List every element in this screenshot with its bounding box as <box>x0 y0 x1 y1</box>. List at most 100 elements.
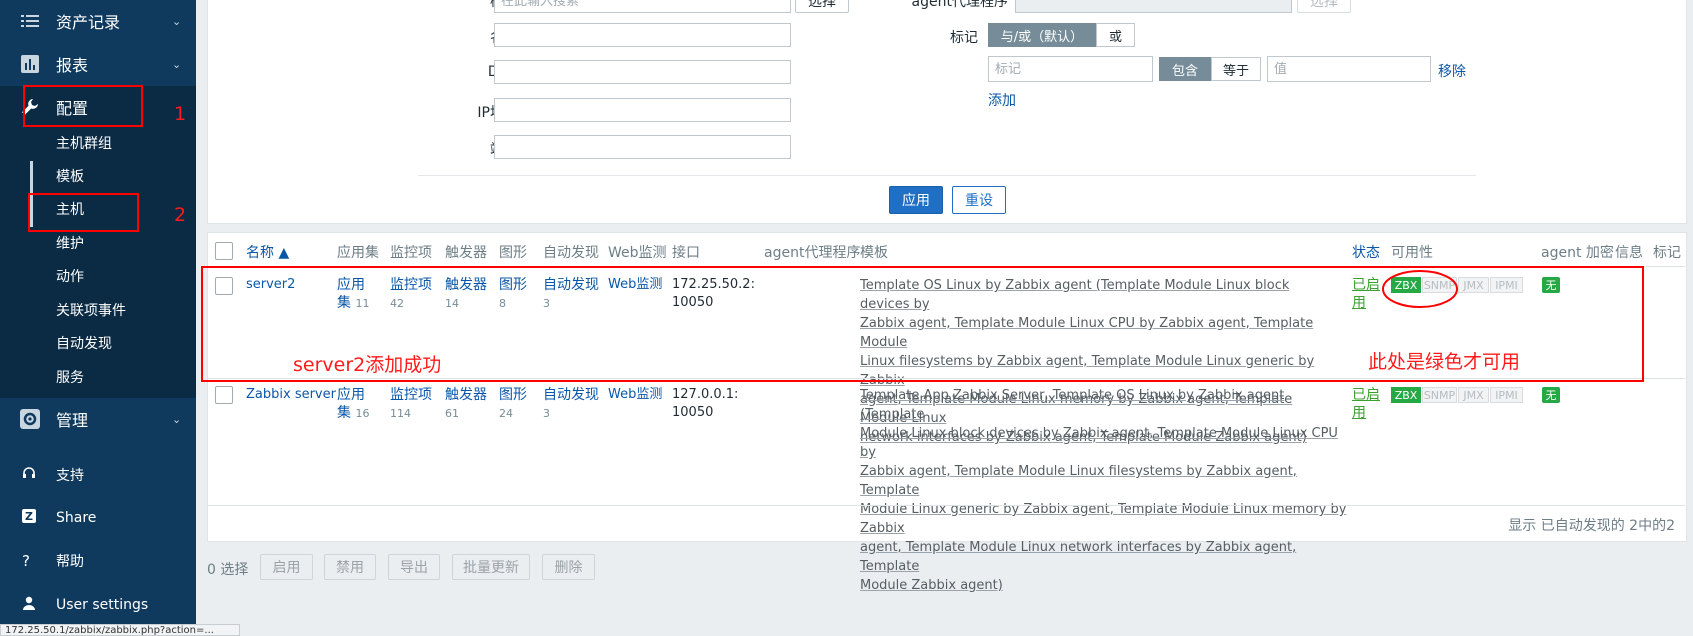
menu-administration[interactable]: 管理 ⌄ <box>0 398 196 440</box>
menu-reports-label: 报表 <box>56 56 89 75</box>
annotation-circle-zbx <box>1382 270 1458 308</box>
annotation-box-hosts <box>28 193 139 232</box>
template-line[interactable]: agent, Template Module Linux network int… <box>860 538 1350 576</box>
menu-administration-label: 管理 <box>56 411 89 430</box>
enable-button[interactable]: 启用 <box>260 554 313 580</box>
export-button[interactable]: 导出 <box>388 554 440 580</box>
items-link[interactable]: 监控项 114 <box>390 386 440 423</box>
tags-andor-toggle[interactable]: 与/或（默认） <box>988 23 1096 47</box>
summary-divider <box>207 505 1685 506</box>
reset-button[interactable]: 重设 <box>952 186 1006 214</box>
interface-port: 10050 <box>672 405 714 420</box>
template-line[interactable]: Template App Zabbix Server, Template OS … <box>860 386 1350 424</box>
select-all-checkbox[interactable] <box>215 242 233 260</box>
tag-name-input[interactable] <box>988 56 1153 82</box>
applications-link[interactable]: 应用集 16 <box>337 386 377 423</box>
header-interface: 接口 <box>672 245 700 261</box>
header-tags: 标记 <box>1653 245 1681 261</box>
tag-value-input[interactable] <box>1267 56 1431 82</box>
proxy-select-button[interactable]: 选择 <box>1297 0 1351 13</box>
submenu-actions[interactable]: 动作 <box>56 261 84 294</box>
items-label[interactable]: 监控项 <box>390 387 432 403</box>
ip-input[interactable] <box>494 98 791 122</box>
header-applications: 应用集 <box>337 245 379 261</box>
menu-user-settings[interactable]: User settings <box>0 585 196 625</box>
menu-support[interactable]: 支持 <box>0 455 196 495</box>
header-graphs: 图形 <box>499 245 527 261</box>
chevron-down-icon: ⌄ <box>172 14 182 28</box>
header-discovery: 自动发现 <box>543 245 599 261</box>
template-line[interactable]: Module Linux block devices by Zabbix age… <box>860 424 1350 462</box>
proxy-input <box>1015 0 1292 13</box>
triggers-label[interactable]: 触发器 <box>445 387 487 403</box>
header-triggers: 触发器 <box>445 245 487 261</box>
graphs-link[interactable]: 图形 24 <box>499 386 539 423</box>
selected-count: 0 选择 <box>207 562 249 578</box>
annotation-green-note: 此处是绿色才可用 <box>1368 351 1521 373</box>
tag-equals-toggle[interactable]: 等于 <box>1211 57 1261 81</box>
annotation-box-config <box>23 85 143 127</box>
header-encryption: agent 加密 <box>1541 245 1614 261</box>
menu-share[interactable]: Z Share <box>0 498 196 538</box>
proxy-label: agent代理程序 <box>911 0 1008 10</box>
help-icon: ? <box>22 552 30 570</box>
row-checkbox[interactable] <box>215 386 233 404</box>
tag-remove-link[interactable]: 移除 <box>1438 61 1466 81</box>
templates-cell[interactable]: Template App Zabbix Server, Template OS … <box>860 386 1350 595</box>
menu-help-label: 帮助 <box>56 554 84 570</box>
discovery-link[interactable]: 自动发现 3 <box>543 386 603 423</box>
applications-count: 16 <box>355 407 370 420</box>
chevron-down-icon: ⌄ <box>172 57 182 71</box>
apply-button[interactable]: 应用 <box>889 186 943 214</box>
disable-button[interactable]: 禁用 <box>324 554 376 580</box>
header-proxy: agent代理程序 <box>764 245 861 261</box>
name-input[interactable] <box>494 23 791 47</box>
triggers-count: 61 <box>445 407 459 420</box>
submenu-maintenance[interactable]: 维护 <box>56 228 84 261</box>
filter-divider <box>418 175 1476 176</box>
status-text[interactable]: 用 <box>1352 404 1380 422</box>
menu-help[interactable]: ? 帮助 <box>0 541 196 581</box>
tags-or-toggle[interactable]: 或 <box>1096 23 1135 47</box>
header-status[interactable]: 状态 <box>1352 242 1380 262</box>
availability-badges: ZBX SNMP JMX IPMI <box>1391 387 1531 403</box>
menu-support-label: 支持 <box>56 468 84 484</box>
submenu-host-groups[interactable]: 主机群组 <box>56 128 112 161</box>
triggers-link[interactable]: 触发器 61 <box>445 386 489 423</box>
ipmi-badge: IPMI <box>1490 387 1523 403</box>
delete-button[interactable]: 删除 <box>542 554 595 580</box>
dns-input[interactable] <box>494 60 791 84</box>
template-line[interactable]: Module Zabbix agent) <box>860 576 1350 595</box>
menu-inventory[interactable]: 资产记录 ⌄ <box>0 0 196 42</box>
header-name[interactable]: 名称 ▲ <box>246 242 289 262</box>
host-name-link[interactable]: Zabbix server <box>246 386 336 404</box>
list-icon <box>20 11 40 31</box>
header-web: Web监测 <box>608 245 667 261</box>
template-line[interactable]: Zabbix agent, Template Module Linux file… <box>860 462 1350 500</box>
interface-address: 127.0.0.1: <box>672 387 739 402</box>
template-search-input[interactable] <box>494 0 791 13</box>
web-link[interactable]: Web监测 <box>608 386 662 404</box>
chevron-down-icon: ⌄ <box>172 412 182 426</box>
graphs-count: 24 <box>499 407 513 420</box>
tag-add-link[interactable]: 添加 <box>988 90 1016 110</box>
submenu-services[interactable]: 服务 <box>56 362 84 395</box>
status-link[interactable]: 已启 用 <box>1352 386 1380 422</box>
template-select-button[interactable]: 选择 <box>795 0 849 13</box>
submenu-active-marker <box>30 161 33 194</box>
items-count: 114 <box>390 407 411 420</box>
discovery-label[interactable]: 自动发现 <box>543 387 599 403</box>
tag-contains-toggle[interactable]: 包含 <box>1159 57 1211 81</box>
discovery-count: 3 <box>543 407 550 420</box>
port-input[interactable] <box>494 135 791 159</box>
menu-reports[interactable]: 报表 ⌄ <box>0 43 196 85</box>
submenu-discovery[interactable]: 自动发现 <box>56 328 112 361</box>
graphs-label[interactable]: 图形 <box>499 387 527 403</box>
submenu-event-correlation[interactable]: 关联项事件 <box>56 295 126 328</box>
status-text[interactable]: 已启 <box>1352 386 1380 404</box>
submenu-templates[interactable]: 模板 <box>56 161 84 194</box>
menu-inventory-label: 资产记录 <box>56 13 121 32</box>
chart-icon <box>20 54 40 74</box>
share-icon: Z <box>22 509 36 527</box>
mass-update-button[interactable]: 批量更新 <box>452 554 530 580</box>
